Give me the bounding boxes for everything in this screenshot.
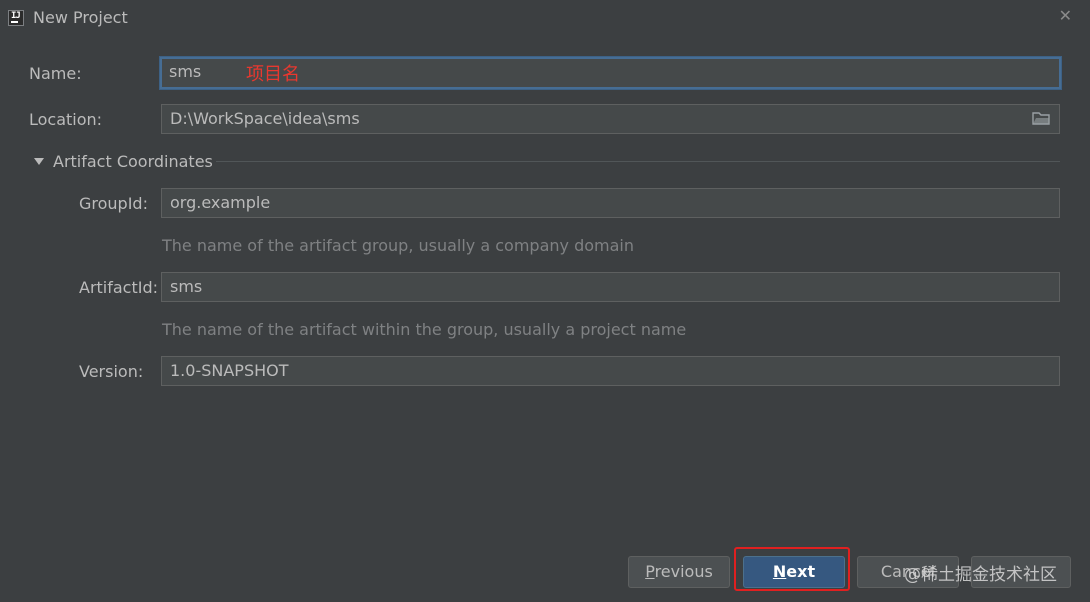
artifactid-label: ArtifactId: [79, 278, 159, 297]
location-value: D:\WorkSpace\idea\sms [170, 109, 360, 128]
groupid-label: GroupId: [79, 194, 148, 213]
name-annotation: 项目名 [246, 64, 300, 85]
version-value: 1.0-SNAPSHOT [170, 361, 289, 380]
next-highlight-annotation [734, 547, 850, 591]
intellij-app-icon: IJ [8, 10, 24, 26]
section-title: Artifact Coordinates [53, 152, 213, 171]
groupid-hint: The name of the artifact group, usually … [162, 236, 634, 255]
close-icon[interactable]: ✕ [1059, 6, 1072, 25]
title-bar: IJ New Project ✕ [0, 0, 1090, 36]
groupid-input[interactable]: org.example [161, 188, 1060, 218]
name-label: Name: [29, 64, 82, 83]
window-title: New Project [33, 8, 128, 27]
version-input[interactable]: 1.0-SNAPSHOT [161, 356, 1060, 386]
version-label: Version: [79, 362, 144, 381]
previous-mnemonic: P [645, 562, 655, 581]
artifact-coordinates-section[interactable]: Artifact Coordinates [32, 152, 1060, 172]
name-value: sms [169, 62, 202, 81]
artifactid-value: sms [170, 277, 203, 296]
artifactid-input[interactable]: sms [161, 272, 1060, 302]
location-label: Location: [29, 110, 103, 129]
collapse-triangle-icon[interactable] [34, 158, 44, 165]
folder-icon[interactable] [1032, 111, 1050, 125]
previous-button[interactable]: Previous [628, 556, 730, 588]
watermark: @稀土掘金技术社区 [904, 565, 1057, 585]
section-divider [216, 161, 1060, 162]
artifactid-hint: The name of the artifact within the grou… [162, 320, 687, 339]
previous-label-rest: revious [654, 562, 713, 581]
groupid-value: org.example [170, 193, 271, 212]
location-input[interactable]: D:\WorkSpace\idea\sms [161, 104, 1060, 134]
